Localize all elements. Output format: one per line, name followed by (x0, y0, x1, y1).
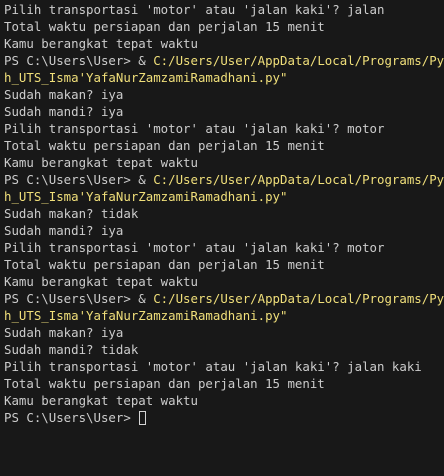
call-operator: & (138, 53, 154, 68)
prompt-text: PS C:\Users\User> (4, 291, 139, 306)
call-operator: & (138, 291, 154, 306)
prompt-text: PS C:\Users\User> (4, 172, 139, 187)
output-line: Sudah mandi? iya (4, 104, 124, 119)
output-line: Pilih transportasi 'motor' atau 'jalan k… (4, 240, 385, 255)
call-operator: & (138, 172, 154, 187)
output-line: Sudah makan? tidak (4, 206, 139, 221)
command-continuation-line: h_UTS_Isma'YafaNurZamzamiRamadhani.py" (4, 188, 444, 205)
output-line: Sudah mandi? tidak (4, 342, 139, 357)
command-text: h_UTS_Isma'YafaNurZamzamiRamadhani.py" (4, 70, 288, 85)
output-line: Total waktu persiapan dan perjalan 15 me… (4, 257, 325, 272)
output-line: Sudah mandi? iya (4, 223, 124, 238)
terminal-panel[interactable]: Pilih transportasi 'motor' atau 'jalan k… (0, 0, 444, 476)
command-text: C:/Users/User/AppData/Local/Programs/Pyt… (153, 53, 444, 68)
output-line: Kamu berangkat tepat waktu (4, 393, 198, 408)
active-prompt-line[interactable]: PS C:\Users\User> (4, 409, 444, 426)
output-line: Kamu berangkat tepat waktu (4, 274, 198, 289)
output-line: Total waktu persiapan dan perjalan 15 me… (4, 138, 325, 153)
output-line: Total waktu persiapan dan perjalan 15 me… (4, 376, 325, 391)
command-line: PS C:\Users\User> & C:/Users/User/AppDat… (4, 290, 444, 307)
output-line: Total waktu persiapan dan perjalan 15 me… (4, 19, 325, 34)
output-line: Sudah makan? iya (4, 325, 124, 340)
output-line: Pilih transportasi 'motor' atau 'jalan k… (4, 2, 385, 17)
command-text: h_UTS_Isma'YafaNurZamzamiRamadhani.py" (4, 189, 288, 204)
prompt-text: PS C:\Users\User> (4, 410, 139, 425)
command-continuation-line: h_UTS_Isma'YafaNurZamzamiRamadhani.py" (4, 69, 444, 86)
command-line: PS C:\Users\User> & C:/Users/User/AppDat… (4, 52, 444, 69)
command-text: C:/Users/User/AppData/Local/Programs/Pyt… (153, 291, 444, 306)
command-continuation-line: h_UTS_Isma'YafaNurZamzamiRamadhani.py" (4, 307, 444, 324)
command-line: PS C:\Users\User> & C:/Users/User/AppDat… (4, 171, 444, 188)
command-text: C:/Users/User/AppData/Local/Programs/Pyt… (153, 172, 444, 187)
output-line: Sudah makan? iya (4, 87, 124, 102)
terminal-output: Pilih transportasi 'motor' atau 'jalan k… (4, 1, 444, 409)
terminal-cursor (139, 411, 147, 425)
prompt-text: PS C:\Users\User> (4, 53, 139, 68)
output-line: Kamu berangkat tepat waktu (4, 36, 198, 51)
command-text: h_UTS_Isma'YafaNurZamzamiRamadhani.py" (4, 308, 288, 323)
output-line: Pilih transportasi 'motor' atau 'jalan k… (4, 359, 422, 374)
output-line: Kamu berangkat tepat waktu (4, 155, 198, 170)
output-line: Pilih transportasi 'motor' atau 'jalan k… (4, 121, 385, 136)
